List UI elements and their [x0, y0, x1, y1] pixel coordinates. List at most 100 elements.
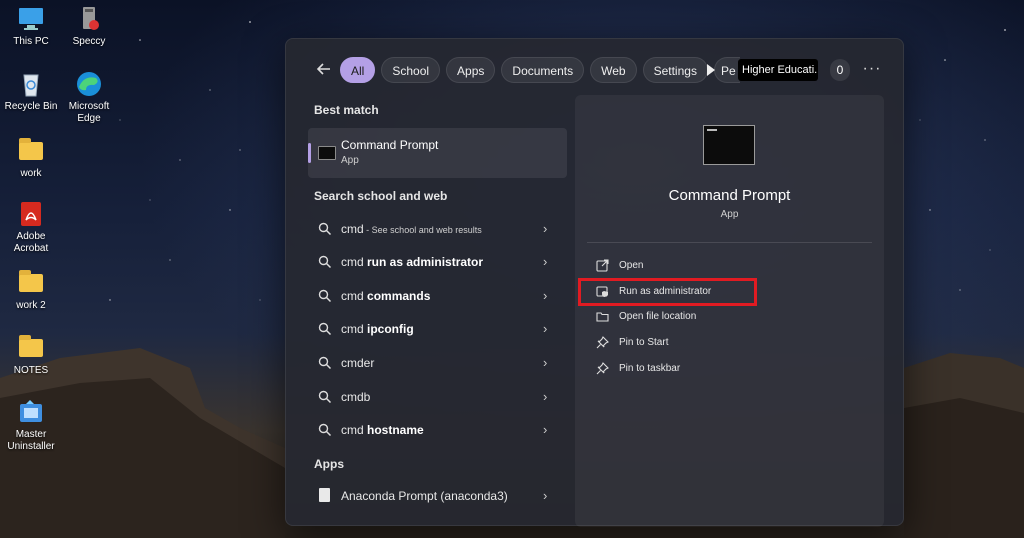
desktop-icon-label: work [20, 168, 42, 179]
search-icon [318, 322, 332, 336]
pin-icon [596, 336, 609, 349]
search-icon [318, 423, 332, 437]
desktop-icon-microsoft-edge[interactable]: Microsoft Edge [58, 70, 120, 125]
edge-icon [74, 70, 104, 98]
best-match-heading: Best match [314, 103, 379, 117]
folder-icon [19, 335, 43, 357]
desktop-icon-label: Microsoft Edge [68, 101, 110, 124]
app-result-item[interactable]: Anaconda Prompt (anaconda3) › [308, 480, 567, 512]
desktop-icon-label: Master Uninstaller [7, 429, 55, 452]
desktop-icon-notes[interactable]: NOTES [0, 335, 62, 377]
result-completion: b [363, 390, 371, 404]
best-match-item[interactable]: Command Prompt App [308, 128, 567, 178]
search-filter-bar: All School Apps Documents Web Settings P… [286, 57, 903, 83]
folder-icon [19, 138, 43, 160]
search-icon [318, 222, 332, 236]
chevron-right-icon: › [543, 389, 548, 404]
web-result-item[interactable]: cmd ipconfig › [308, 313, 567, 345]
result-completion: run as administrator [367, 255, 484, 269]
desktop-icon-adobe-acrobat[interactable]: Adobe Acrobat [0, 200, 62, 255]
best-match-type: App [341, 155, 359, 166]
web-result-item[interactable]: cmd hostname › [308, 414, 567, 446]
details-pane: Command Prompt App Open Run as administr… [575, 95, 884, 527]
apps-heading: Apps [314, 457, 344, 471]
desktop-icon-speccy[interactable]: Speccy [58, 5, 120, 48]
desktop-icon-this-pc[interactable]: This PC [0, 5, 62, 48]
desktop-icon-recycle-bin[interactable]: Recycle Bin [0, 70, 62, 113]
chevron-right-icon: › [543, 221, 548, 236]
result-query: cmd [341, 356, 364, 370]
rewards-points[interactable]: 0 [830, 59, 850, 81]
desktop-icon-work-2[interactable]: work 2 [0, 270, 62, 312]
desktop-icon-label: NOTES [13, 365, 49, 376]
web-result-item[interactable]: cmd - See school and web results › [308, 213, 567, 245]
filter-tab-settings[interactable]: Settings [642, 57, 708, 83]
command-prompt-icon [703, 125, 755, 165]
more-options-icon[interactable]: ··· [862, 57, 882, 83]
search-icon [318, 255, 332, 269]
result-query: cmd [341, 423, 368, 437]
search-panel: All School Apps Documents Web Settings P… [285, 38, 904, 527]
app-result-name: Anaconda Prompt (anaconda3) [341, 489, 508, 503]
web-result-item[interactable]: cmdb › [308, 381, 567, 413]
action-label: Open file location [619, 311, 697, 322]
desktop-icon-label: Speccy [72, 36, 106, 47]
desktop-icon-label: Recycle Bin [4, 101, 58, 112]
search-icon [318, 390, 332, 404]
acrobat-icon [16, 200, 46, 228]
open-icon [596, 259, 609, 272]
action-pin-to-start[interactable]: Pin to Start [589, 331, 869, 355]
action-pin-to-taskbar[interactable]: Pin to taskbar [589, 357, 869, 381]
command-prompt-icon [318, 146, 336, 160]
best-match-name: Command Prompt [341, 138, 439, 152]
folder-icon [596, 312, 609, 322]
folder-icon [19, 270, 43, 292]
chevron-right-icon: › [543, 355, 548, 370]
details-title: Command Prompt [668, 187, 791, 204]
chevron-right-icon: › [543, 422, 548, 437]
result-query: cmd [341, 255, 368, 269]
details-type: App [720, 209, 739, 220]
chevron-right-icon: › [543, 288, 548, 303]
desktop-icon-label: work 2 [16, 300, 46, 311]
desktop-icon-master-uninstaller[interactable]: Master Uninstaller [0, 398, 62, 453]
result-completion: ipconfig [367, 322, 414, 336]
recycle-bin-icon [16, 70, 46, 98]
search-icon [318, 356, 332, 370]
divider [587, 242, 872, 243]
filter-tab-school[interactable]: School [381, 57, 441, 83]
web-result-item[interactable]: cmd commands › [308, 280, 567, 312]
result-query: cmd [341, 322, 368, 336]
desktop-icon-label: This PC [13, 36, 49, 47]
filter-tab-web[interactable]: Web [590, 57, 637, 83]
web-result-item[interactable]: cmd run as administrator › [308, 246, 567, 278]
back-arrow-icon[interactable] [314, 59, 336, 81]
action-label: Open [619, 260, 644, 271]
action-open[interactable]: Open [589, 254, 869, 278]
action-open-file-location[interactable]: Open file location [589, 305, 869, 329]
desktop-icon-work[interactable]: work [0, 138, 62, 180]
organization-badge[interactable]: Higher Educati... [738, 59, 818, 81]
web-result-item[interactable]: cmder › [308, 347, 567, 379]
chevron-right-icon: › [543, 321, 548, 336]
result-query: cmd [341, 390, 364, 404]
action-label: Pin to Start [619, 337, 669, 348]
filter-tab-documents[interactable]: Documents [501, 57, 585, 83]
chevron-right-icon: › [543, 488, 548, 503]
scroll-right-icon[interactable] [704, 61, 718, 79]
result-completion: er [363, 356, 375, 370]
action-label: Pin to taskbar [619, 363, 681, 374]
result-query: cmd [341, 289, 368, 303]
speccy-icon [74, 5, 104, 33]
result-query: cmd [341, 222, 364, 236]
uninstaller-icon [16, 398, 46, 426]
result-completion: hostname [367, 423, 424, 437]
pin-icon [596, 362, 609, 375]
web-results-heading: Search school and web [314, 189, 448, 203]
filter-tab-apps[interactable]: Apps [446, 57, 496, 83]
result-hint: - See school and web results [363, 225, 482, 235]
highlight-annotation [578, 278, 757, 306]
filter-tab-all[interactable]: All [340, 57, 376, 83]
desktop-icon-label: Adobe Acrobat [13, 231, 49, 254]
search-icon [318, 289, 332, 303]
